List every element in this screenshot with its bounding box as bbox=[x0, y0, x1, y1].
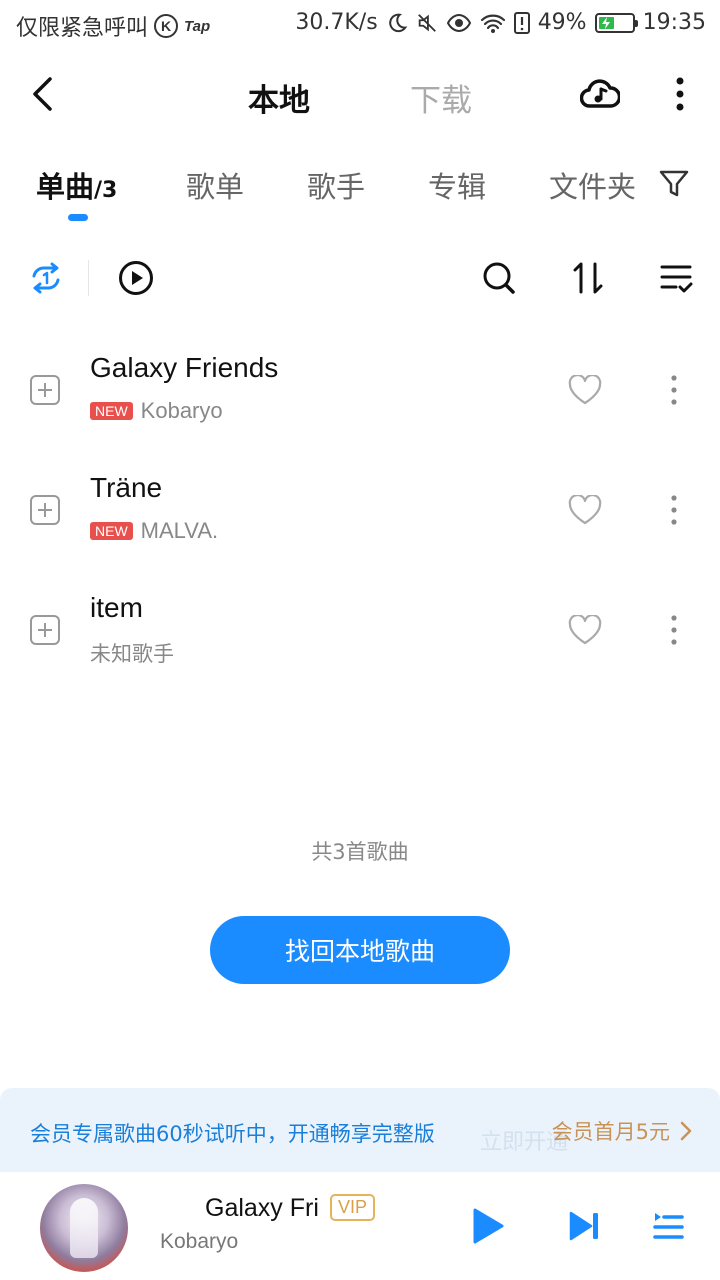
k-app-icon: K bbox=[154, 14, 179, 38]
header: 本地 下载 bbox=[0, 60, 720, 130]
sort-button[interactable] bbox=[566, 256, 610, 300]
battery-icon bbox=[594, 12, 638, 33]
repeat-one-icon bbox=[32, 262, 60, 294]
carrier-text: 仅限紧急呼叫 bbox=[16, 16, 149, 41]
new-badge: NEW bbox=[90, 402, 133, 420]
song-item[interactable]: item 未知歌手 bbox=[0, 570, 720, 690]
more-vertical-icon bbox=[671, 375, 677, 405]
plus-icon bbox=[38, 383, 52, 397]
tab-songs-label: 单曲 bbox=[36, 170, 95, 204]
song-list: Galaxy Friends NEW Kobaryo Träne NEW MAL… bbox=[0, 330, 720, 690]
play-icon bbox=[473, 1208, 504, 1244]
song-artist: MALVA. bbox=[140, 518, 219, 543]
skip-next-icon bbox=[569, 1211, 598, 1241]
song-artist: Kobaryo bbox=[140, 398, 223, 423]
sim-alert-icon bbox=[513, 11, 530, 34]
list-check-icon bbox=[660, 265, 693, 293]
favorite-button[interactable] bbox=[566, 612, 604, 648]
more-vertical-icon bbox=[676, 77, 684, 111]
song-title: item bbox=[90, 592, 143, 623]
tab-songs-count: /3 bbox=[94, 178, 118, 203]
chevron-left-icon bbox=[33, 77, 52, 111]
more-vertical-icon bbox=[671, 615, 677, 645]
search-icon bbox=[483, 262, 515, 294]
status-bar: 仅限紧急呼叫 K Tap 30.7K/s 49% 19:35 bbox=[0, 0, 720, 50]
now-playing-artist: Kobaryo bbox=[160, 1230, 239, 1253]
playlist-icon bbox=[653, 1213, 684, 1239]
vip-badge: VIP bbox=[330, 1194, 376, 1221]
battery-level bbox=[598, 16, 615, 29]
play-button[interactable] bbox=[466, 1204, 510, 1248]
tab-folders[interactable]: 文件夹 bbox=[549, 164, 637, 206]
now-playing-title-marquee: Galaxy Friends bbox=[160, 1192, 320, 1228]
cloud-music-button[interactable] bbox=[578, 72, 622, 116]
song-title: Träne bbox=[90, 472, 163, 503]
tab-local[interactable]: 本地 bbox=[248, 75, 310, 120]
vip-offer-text: 会员首月5元 bbox=[551, 1120, 670, 1144]
mini-player[interactable]: Galaxy Friends VIP Kobaryo bbox=[0, 1172, 720, 1280]
next-track-button[interactable] bbox=[562, 1204, 606, 1248]
chevron-right-icon bbox=[680, 1121, 692, 1141]
tab-albums[interactable]: 专辑 bbox=[428, 164, 486, 206]
clock: 19:35 bbox=[642, 10, 706, 35]
heart-icon bbox=[568, 375, 602, 405]
list-toolbar bbox=[0, 250, 720, 306]
more-options-button[interactable] bbox=[664, 72, 696, 116]
now-playing-title: Galaxy Friends bbox=[205, 1194, 320, 1222]
song-item[interactable]: Galaxy Friends NEW Kobaryo bbox=[0, 330, 720, 450]
filter-button[interactable] bbox=[656, 164, 692, 204]
net-speed: 30.7K/s bbox=[295, 10, 378, 35]
vip-banner[interactable]: 会员专属歌曲60秒试听中，开通畅享完整版 立即开通 会员首月5元 bbox=[0, 1088, 720, 1172]
tap-app-icon: Tap bbox=[184, 17, 211, 35]
toolbar-divider bbox=[88, 260, 89, 296]
tab-songs[interactable]: 单曲/3 bbox=[36, 164, 117, 206]
tab-playlists[interactable]: 歌单 bbox=[186, 164, 244, 206]
sort-icon bbox=[573, 262, 603, 294]
filter-icon bbox=[659, 170, 689, 197]
play-circle-icon bbox=[119, 261, 153, 295]
song-item[interactable]: Träne NEW MALVA. bbox=[0, 450, 720, 570]
plus-icon bbox=[38, 623, 52, 637]
add-to-playlist-button[interactable] bbox=[30, 375, 60, 405]
album-cover-figure bbox=[70, 1198, 98, 1258]
active-tab-indicator bbox=[68, 214, 88, 221]
heart-icon bbox=[568, 495, 602, 525]
heart-icon bbox=[568, 615, 602, 645]
favorite-button[interactable] bbox=[566, 372, 604, 408]
new-badge: NEW bbox=[90, 522, 133, 540]
battery-percent: 49% bbox=[537, 10, 587, 35]
play-all-button[interactable] bbox=[114, 256, 158, 300]
song-more-button[interactable] bbox=[660, 370, 688, 410]
batch-manage-button[interactable] bbox=[654, 256, 698, 300]
favorite-button[interactable] bbox=[566, 492, 604, 528]
eye-icon bbox=[446, 12, 472, 34]
tab-artists[interactable]: 歌手 bbox=[307, 164, 365, 206]
playlist-button[interactable] bbox=[648, 1204, 688, 1248]
song-more-button[interactable] bbox=[660, 490, 688, 530]
repeat-mode-button[interactable] bbox=[24, 256, 68, 300]
moon-icon bbox=[386, 12, 408, 34]
category-tabs: 单曲/3 歌单 歌手 专辑 文件夹 bbox=[0, 160, 720, 230]
more-vertical-icon bbox=[671, 495, 677, 525]
song-title: Galaxy Friends bbox=[90, 352, 279, 383]
back-button[interactable] bbox=[24, 74, 60, 114]
add-to-playlist-button[interactable] bbox=[30, 495, 60, 525]
vip-banner-text: 会员专属歌曲60秒试听中，开通畅享完整版 bbox=[30, 1122, 435, 1146]
song-more-button[interactable] bbox=[660, 610, 688, 650]
song-artist: 未知歌手 bbox=[90, 642, 174, 666]
search-button[interactable] bbox=[477, 256, 521, 300]
wifi-icon bbox=[480, 12, 506, 34]
album-cover[interactable] bbox=[40, 1184, 128, 1272]
vip-offer-link[interactable]: 会员首月5元 bbox=[552, 1116, 692, 1146]
recover-local-songs-button[interactable]: 找回本地歌曲 bbox=[210, 916, 510, 984]
add-to-playlist-button[interactable] bbox=[30, 615, 60, 645]
tab-download[interactable]: 下载 bbox=[410, 75, 472, 120]
mute-icon bbox=[416, 12, 438, 34]
plus-icon bbox=[38, 503, 52, 517]
song-total-count: 共3首歌曲 bbox=[311, 840, 409, 864]
cloud-music-icon bbox=[580, 79, 620, 108]
